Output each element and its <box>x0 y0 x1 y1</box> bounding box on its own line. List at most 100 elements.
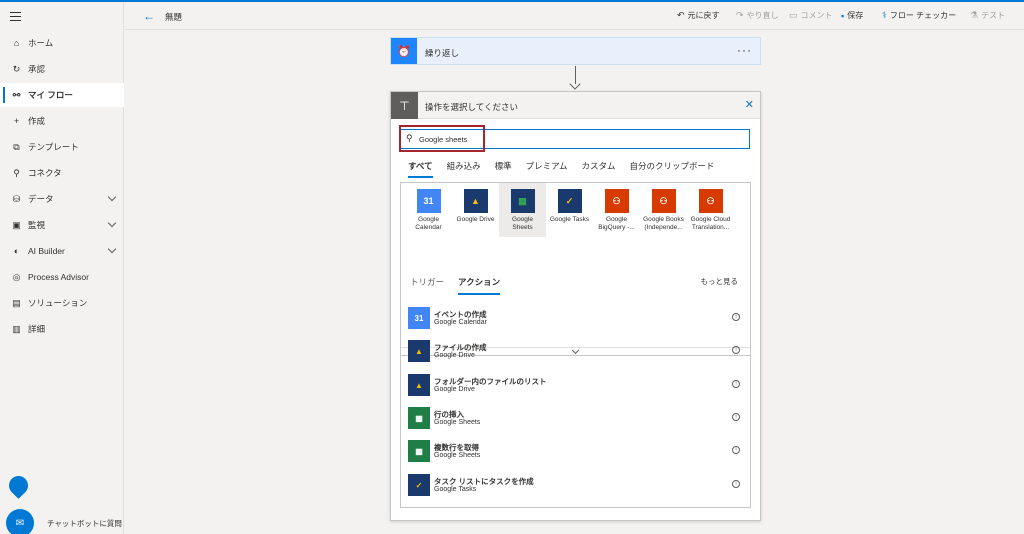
choose-operation-panel: ⊤ 操作を選択してください ✕ ⚲ Google sheets すべて 組み込み… <box>390 91 761 521</box>
sidebar-item-create[interactable]: + 作成 <box>0 109 124 133</box>
info-icon[interactable]: i <box>732 380 740 388</box>
close-icon[interactable]: ✕ <box>745 98 754 111</box>
action-get-rows[interactable]: ▦ 複数行を取得 Google Sheets i <box>408 440 743 464</box>
sidebar-item-data[interactable]: ⛁ データ <box>0 187 124 211</box>
approvals-icon: ↻ <box>12 63 21 74</box>
connector-label: Google Drive <box>456 216 495 223</box>
chevron-down-icon[interactable] <box>107 218 117 228</box>
action-create-file[interactable]: ▲ ファイルの作成 Google Drive i <box>408 340 743 364</box>
action-connector: Google Calendar <box>434 319 487 326</box>
operation-icon: ⊤ <box>391 92 418 119</box>
connector-label: BigQuery -... <box>598 224 635 231</box>
sidebar-item-label: 監視 <box>28 220 46 230</box>
see-more-link[interactable]: もっと見る <box>701 276 739 287</box>
action-create-task[interactable]: ✓ タスク リストにタスクを作成 Google Tasks i <box>408 474 743 498</box>
sidebar-item-connectors[interactable]: ⚲ コネクタ <box>0 161 124 185</box>
sidebar-item-approvals[interactable]: ↻ 承認 <box>0 57 124 81</box>
action-list-files-in-folder[interactable]: ▲ フォルダー内のファイルのリスト Google Drive i <box>408 374 743 398</box>
stethoscope-icon: ⚕ <box>882 10 887 20</box>
recurrence-trigger-card[interactable]: ⏰ 繰り返し ··· <box>390 37 761 65</box>
sidebar-item-label: 承認 <box>28 64 46 74</box>
sidebar-item-label: テンプレート <box>28 142 79 152</box>
connector-google-books[interactable]: ⚇ Google Books (Independe... <box>640 183 687 232</box>
connector-google-sheets[interactable]: ▦ Google Sheets <box>499 183 546 237</box>
tab-triggers[interactable]: トリガー <box>410 276 444 295</box>
sidebar-item-templates[interactable]: ⧉ テンプレート <box>0 135 124 159</box>
connector-label: Sheets <box>512 224 533 231</box>
connector-label: Translation... <box>691 224 730 231</box>
template-icon: ⧉ <box>13 141 20 152</box>
back-arrow-icon[interactable]: ← <box>143 9 155 23</box>
tab-standard[interactable]: 標準 <box>495 160 512 178</box>
info-icon[interactable]: i <box>732 480 740 488</box>
action-create-event[interactable]: 31 イベントの作成 Google Calendar i <box>408 307 743 331</box>
tab-actions[interactable]: アクション <box>458 276 501 295</box>
connector-google-bigquery[interactable]: ⚇ Google BigQuery -... <box>593 183 640 232</box>
sidebar-item-label: データ <box>28 194 54 204</box>
connector-google-tasks[interactable]: ✓ Google Tasks <box>546 183 593 224</box>
sidebar-item-home[interactable]: ⌂ ホーム <box>0 31 124 55</box>
chatbot-button[interactable]: ✉ <box>6 509 34 534</box>
google-calendar-icon: 31 <box>416 189 441 213</box>
chatbot-label[interactable]: チャットボットに質問 <box>47 518 122 529</box>
sidebar-item-ai-builder[interactable]: ◐ AI Builder <box>0 239 124 263</box>
search-value[interactable]: Google sheets <box>419 135 467 144</box>
google-calendar-icon: 31 <box>408 307 430 329</box>
connector-label: Calendar <box>415 224 442 231</box>
flow-checker-label: フロー チェッカー <box>889 11 957 20</box>
flask-icon: ⚗ <box>970 10 979 20</box>
google-tasks-icon: ✓ <box>557 189 582 213</box>
flow-checker-button[interactable]: ⚕ フロー チェッカー <box>882 10 956 21</box>
panel-header: ⊤ 操作を選択してください ✕ <box>391 92 760 119</box>
undo-label: 元に戻す <box>687 11 720 20</box>
people-icon: ⚇ <box>698 189 723 213</box>
sidebar-item-my-flows[interactable]: ⚯ マイ フロー <box>0 83 124 107</box>
connector-label: (Independe... <box>644 224 683 231</box>
people-icon: ⚇ <box>651 189 676 213</box>
sidebar-item-process-advisor[interactable]: ◎ Process Advisor <box>0 265 124 289</box>
action-insert-row[interactable]: ▦ 行の挿入 Google Sheets i <box>408 407 743 431</box>
location-pin-icon <box>5 472 32 499</box>
database-icon: ⛁ <box>12 193 21 204</box>
connector-google-cloud-translation[interactable]: ⚇ Google Cloud Translation... <box>687 183 734 232</box>
redo-label: やり直し <box>746 11 779 20</box>
hamburger-menu-icon[interactable] <box>10 12 21 21</box>
connector-label: Google Tasks <box>549 216 590 223</box>
redo-button[interactable]: ↷ やり直し <box>736 10 779 21</box>
undo-icon: ↶ <box>677 10 685 20</box>
info-icon[interactable]: i <box>732 346 740 354</box>
info-icon[interactable]: i <box>732 446 740 454</box>
tab-builtin[interactable]: 組み込み <box>447 160 481 178</box>
tab-clipboard[interactable]: 自分のクリップボード <box>630 160 715 178</box>
sidebar-item-solutions[interactable]: ▤ ソリューション <box>0 291 124 315</box>
command-bar: ← 無題 ↶ 元に戻す ↷ やり直し ▭ コメント ▪ 保存 ⚕ フロー チェッカー ⚗ テ… <box>125 2 1024 30</box>
undo-button[interactable]: ↶ 元に戻す <box>677 10 720 21</box>
sidebar-item-monitor[interactable]: ▣ 監視 <box>0 213 124 237</box>
tab-custom[interactable]: カスタム <box>582 160 616 178</box>
connector-label: Google <box>606 216 627 223</box>
tab-premium[interactable]: プレミアム <box>526 160 568 178</box>
more-options-icon[interactable]: ··· <box>737 43 752 57</box>
save-button[interactable]: ▪ 保存 <box>841 10 863 21</box>
tab-all[interactable]: すべて <box>408 160 433 178</box>
connector-icon: ⚲ <box>13 167 20 178</box>
info-icon[interactable]: i <box>732 313 740 321</box>
action-connector: Google Sheets <box>434 419 481 426</box>
google-tasks-icon: ✓ <box>408 474 430 496</box>
action-connector: Google Sheets <box>434 452 481 459</box>
google-drive-icon: ▲ <box>408 340 430 362</box>
alarm-clock-icon: ⏰ <box>391 38 417 64</box>
connector-google-drive[interactable]: ▲ Google Drive <box>452 183 499 224</box>
save-icon: ▪ <box>841 10 845 21</box>
test-button[interactable]: ⚗ テスト <box>970 10 1005 21</box>
chevron-down-icon[interactable] <box>107 192 117 202</box>
flow-title[interactable]: 無題 <box>165 11 182 23</box>
comment-icon: ▭ <box>789 10 798 20</box>
info-icon[interactable]: i <box>732 413 740 421</box>
connector-google-calendar[interactable]: 31 Google Calendar <box>405 183 452 232</box>
sidebar-item-learn[interactable]: ▥ 詳細 <box>0 317 124 341</box>
process-icon: ◎ <box>12 271 21 282</box>
chevron-down-icon[interactable] <box>107 244 117 254</box>
comment-button[interactable]: ▭ コメント <box>789 10 833 21</box>
category-tabs: すべて 組み込み 標準 プレミアム カスタム 自分のクリップボード <box>408 160 715 178</box>
